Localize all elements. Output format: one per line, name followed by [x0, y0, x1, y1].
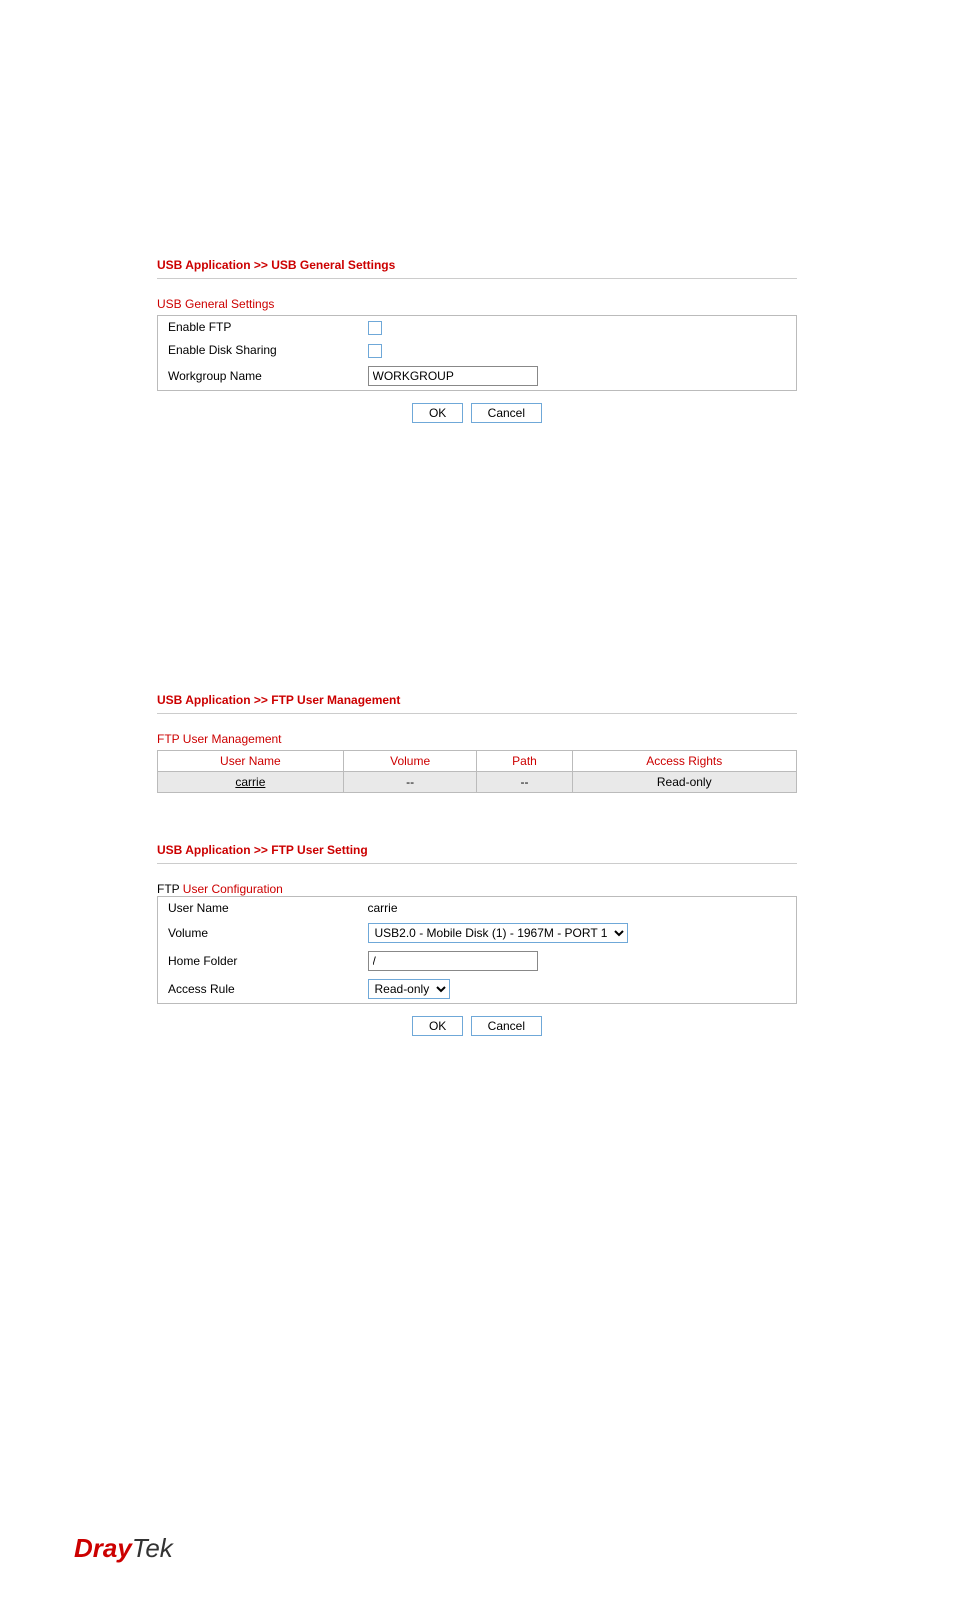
breadcrumb: USB Application >> FTP User Setting [157, 843, 797, 864]
username-value: carrie [358, 896, 797, 919]
col-volume: Volume [343, 750, 477, 771]
breadcrumb: USB Application >> USB General Settings [157, 258, 797, 279]
access-rule-label: Access Rule [158, 975, 358, 1004]
cancel-button[interactable]: Cancel [471, 1016, 542, 1036]
cell-path: -- [477, 771, 572, 792]
user-management-table: User Name Volume Path Access Rights carr… [157, 750, 797, 793]
config-title-rest: User Configuration [183, 882, 283, 896]
username-label: User Name [158, 896, 358, 919]
ok-button[interactable]: OK [412, 403, 463, 423]
col-access-rights: Access Rights [572, 750, 797, 771]
col-path: Path [477, 750, 572, 771]
settings-table: Enable FTP Enable Disk Sharing Workgroup… [157, 315, 797, 391]
table-header-row: User Name Volume Path Access Rights [158, 750, 797, 771]
home-folder-label: Home Folder [158, 947, 358, 975]
ftp-user-setting-section: USB Application >> FTP User Setting FTP … [157, 843, 797, 1036]
usb-general-settings-section: USB Application >> USB General Settings … [157, 258, 797, 423]
draytek-logo: DrayTek [74, 1533, 173, 1564]
section-subtitle: FTP User Management [157, 732, 797, 746]
config-title: FTP User Configuration [157, 882, 797, 896]
logo-tek: Tek [132, 1533, 173, 1563]
cell-access-rights: Read-only [572, 771, 797, 792]
user-config-table: User Name carrie Volume USB2.0 - Mobile … [157, 896, 797, 1004]
enable-disk-sharing-label: Enable Disk Sharing [158, 339, 358, 362]
cancel-button[interactable]: Cancel [471, 403, 542, 423]
home-folder-input[interactable] [368, 951, 538, 971]
volume-select[interactable]: USB2.0 - Mobile Disk (1) - 1967M - PORT … [368, 923, 628, 943]
section-subtitle: USB General Settings [157, 297, 797, 311]
cell-volume: -- [343, 771, 477, 792]
enable-ftp-label: Enable FTP [158, 316, 358, 339]
workgroup-name-input[interactable] [368, 366, 538, 386]
user-link[interactable]: carrie [235, 775, 265, 789]
enable-ftp-checkbox[interactable] [368, 321, 382, 335]
ok-button[interactable]: OK [412, 1016, 463, 1036]
logo-dray: Dray [74, 1533, 132, 1563]
table-row: carrie -- -- Read-only [158, 771, 797, 792]
workgroup-name-label: Workgroup Name [158, 362, 358, 391]
button-row: OK Cancel [157, 403, 797, 423]
volume-label: Volume [158, 919, 358, 947]
col-username: User Name [158, 750, 344, 771]
ftp-user-management-section: USB Application >> FTP User Management F… [157, 693, 797, 793]
access-rule-select[interactable]: Read-only [368, 979, 450, 999]
button-row: OK Cancel [157, 1016, 797, 1036]
enable-disk-sharing-checkbox[interactable] [368, 344, 382, 358]
breadcrumb: USB Application >> FTP User Management [157, 693, 797, 714]
config-title-prefix: FTP [157, 882, 183, 896]
